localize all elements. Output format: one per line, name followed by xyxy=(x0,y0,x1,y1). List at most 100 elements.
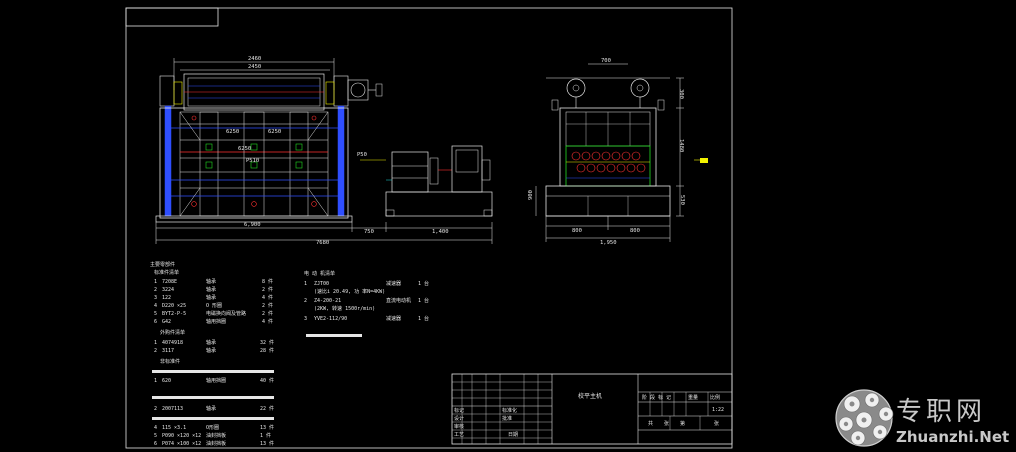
parts-separator-bar xyxy=(152,370,274,373)
svg-text:3: 3 xyxy=(154,295,157,301)
front-dim-top-2: 2450 xyxy=(248,64,261,70)
svg-text:4074918: 4074918 xyxy=(162,340,183,346)
tb-label-process: 工艺 xyxy=(454,432,464,438)
svg-text:2 件: 2 件 xyxy=(262,310,273,317)
motor-list-row: (2KW, 转速 1500r/min) xyxy=(314,305,375,312)
front-dim-inner-1: 6250 xyxy=(226,129,239,135)
svg-text:轴承: 轴承 xyxy=(206,405,216,412)
svg-text:减速器: 减速器 xyxy=(386,315,401,322)
svg-text:轴用挡圈: 轴用挡圈 xyxy=(206,377,226,384)
svg-text:1 台: 1 台 xyxy=(418,280,429,287)
svg-text:轴承: 轴承 xyxy=(206,286,216,293)
watermark-en: Zhuanzhi.Net xyxy=(896,428,1009,446)
svg-text:22 件: 22 件 xyxy=(260,405,274,412)
svg-text:1: 1 xyxy=(154,279,157,285)
svg-text:YVE2-112/90: YVE2-112/90 xyxy=(314,316,347,322)
tb-label-stage: 阶 段 标 记 xyxy=(642,394,671,401)
tb-sheet-unit2: 张 xyxy=(714,420,719,427)
tb-label-approve: 批准 xyxy=(502,415,512,422)
tb-label-scale: 比例 xyxy=(710,394,720,401)
cad-drawing: 2460 2450 6250 6250 6250 P510 P50 6,900 … xyxy=(0,0,1016,452)
drawing-name: 校平主机 xyxy=(578,392,602,400)
svg-text:5: 5 xyxy=(154,433,157,439)
front-dim-bottom-3: 1,400 xyxy=(432,229,449,235)
side-dim-bottom-total: 1,950 xyxy=(600,240,617,246)
side-dim-top: 700 xyxy=(601,58,611,64)
front-dim-bottom-total: 7680 xyxy=(316,240,329,246)
svg-text:1: 1 xyxy=(304,281,307,287)
front-dim-top-1: 2460 xyxy=(248,56,261,62)
svg-text:2 件: 2 件 xyxy=(262,302,273,309)
svg-text:减速器: 减速器 xyxy=(386,280,401,287)
svg-text:4: 4 xyxy=(154,425,157,431)
svg-text:D220 ×25: D220 ×25 xyxy=(162,303,186,309)
motor-list-row: (速比i 20.49, 功 率N=4KW) xyxy=(314,288,385,295)
svg-text:轴承: 轴承 xyxy=(206,294,216,301)
svg-text:40 件: 40 件 xyxy=(260,377,274,384)
front-dim-bottom-2: 750 xyxy=(364,229,374,235)
svg-text:(2KW, 转速 1500r/min): (2KW, 转速 1500r/min) xyxy=(314,305,375,312)
parts-group3-title: 非标准件 xyxy=(160,358,180,365)
tb-label-mark: 标记 xyxy=(454,407,464,414)
front-dim-center: P510 xyxy=(246,158,259,164)
svg-text:轴承: 轴承 xyxy=(206,339,216,346)
svg-text:P090 ×120 ×12: P090 ×120 ×12 xyxy=(162,433,201,439)
svg-text:4: 4 xyxy=(154,303,157,309)
motor-list-title: 电 动 机清单 xyxy=(304,270,335,277)
svg-text:O 形圈: O 形圈 xyxy=(206,302,222,309)
svg-text:轴承: 轴承 xyxy=(206,278,216,285)
svg-text:1 台: 1 台 xyxy=(418,315,429,322)
svg-text:8 件: 8 件 xyxy=(262,278,273,285)
svg-text:2: 2 xyxy=(154,406,157,412)
parts-separator-bar xyxy=(152,396,274,399)
watermark-cn: 专职网 xyxy=(896,397,986,427)
svg-text:3224: 3224 xyxy=(162,287,174,293)
svg-text:电磁换向阀及管路: 电磁换向阀及管路 xyxy=(206,310,246,317)
svg-text:(速比i 20.49, 功 率N=4KW): (速比i 20.49, 功 率N=4KW) xyxy=(314,288,385,295)
tb-label-review: 审核 xyxy=(454,423,464,430)
svg-text:油封挡板: 油封挡板 xyxy=(206,432,226,439)
svg-text:3117: 3117 xyxy=(162,348,174,354)
front-dim-mid: 6250 xyxy=(238,146,251,152)
svg-text:122: 122 xyxy=(162,295,171,301)
svg-text:28 件: 28 件 xyxy=(260,347,274,354)
svg-text:2 件: 2 件 xyxy=(262,286,273,293)
side-dim-bottom-2: 800 xyxy=(630,228,640,234)
svg-text:620: 620 xyxy=(162,378,171,384)
svg-text:轴承: 轴承 xyxy=(206,347,216,354)
side-dim-right-3: 530 xyxy=(679,195,685,205)
svg-text:13 件: 13 件 xyxy=(260,440,274,447)
svg-text:O形圈: O形圈 xyxy=(206,424,219,431)
tb-scale-value: 1:22 xyxy=(712,407,724,413)
svg-text:2: 2 xyxy=(304,298,307,304)
svg-text:1 件: 1 件 xyxy=(260,432,271,439)
tb-sheet-unit1: 张 xyxy=(664,420,669,427)
svg-text:1 台: 1 台 xyxy=(418,297,429,304)
front-dim-side: P50 xyxy=(357,152,367,158)
svg-text:P074 ×100 ×12: P074 ×100 ×12 xyxy=(162,441,201,447)
tb-sheet-no: 第 xyxy=(680,420,685,427)
svg-text:BYT2-P-5: BYT2-P-5 xyxy=(162,311,186,317)
tb-label-date: 日期 xyxy=(508,432,518,438)
parts-separator-bar xyxy=(152,417,274,420)
svg-text:115 ×3.1: 115 ×3.1 xyxy=(162,425,186,431)
svg-text:2: 2 xyxy=(154,348,157,354)
svg-text:4 件: 4 件 xyxy=(262,318,273,325)
motor-separator-bar xyxy=(306,334,362,337)
svg-text:13 件: 13 件 xyxy=(260,424,274,431)
svg-text:G42: G42 xyxy=(162,319,171,325)
parts-group1-sub: 标准件清单 xyxy=(154,269,179,276)
side-dim-left: 900 xyxy=(528,190,534,200)
watermark: 专职网 Zhuanzhi.Net xyxy=(835,389,1009,447)
svg-text:6: 6 xyxy=(154,319,157,325)
drawing-background xyxy=(0,0,1016,452)
svg-text:1: 1 xyxy=(154,378,157,384)
svg-text:1: 1 xyxy=(154,340,157,346)
tb-sheet-total: 共 xyxy=(648,420,653,427)
svg-text:ZJT00: ZJT00 xyxy=(314,281,329,287)
parts-group2-title: 外购件清单 xyxy=(160,329,185,336)
side-dim-right-1: 300 xyxy=(678,89,684,99)
tb-label-design: 设计 xyxy=(454,415,464,422)
svg-text:轴用挡圈: 轴用挡圈 xyxy=(206,318,226,325)
front-dim-bottom-1: 6,900 xyxy=(244,222,261,228)
